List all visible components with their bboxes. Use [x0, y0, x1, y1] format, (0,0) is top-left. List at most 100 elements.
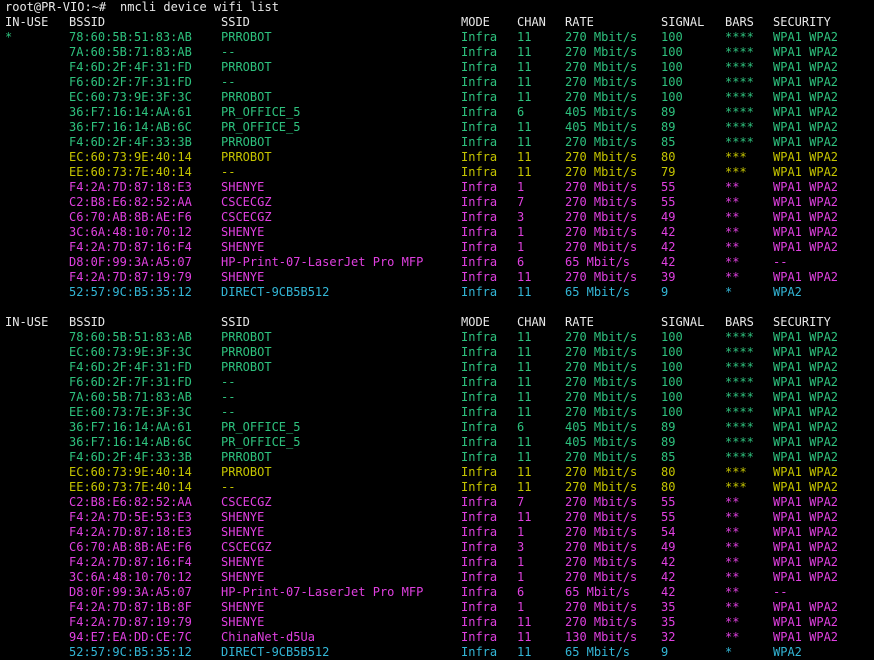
- cell-bssid: F4:6D:2F:4F:31:FD: [69, 60, 192, 74]
- cell-chan: 11: [517, 345, 532, 359]
- cell-bars: ****: [725, 360, 754, 374]
- column-header-chan: CHAN: [517, 315, 546, 329]
- cell-bars: ***: [725, 150, 747, 164]
- cell-signal: 100: [661, 60, 683, 74]
- cell-chan: 1: [517, 570, 525, 584]
- cell-chan: 7: [517, 495, 525, 509]
- cell-security: WPA1 WPA2: [773, 450, 839, 464]
- cell-signal: 89: [661, 105, 676, 119]
- cell-bssid: F4:2A:7D:87:18:E3: [69, 525, 192, 539]
- cell-bssid: F4:2A:7D:5E:53:E3: [69, 510, 192, 524]
- cell-security: WPA1 WPA2: [773, 525, 839, 539]
- cell-chan: 6: [517, 420, 525, 434]
- cell-signal: 85: [661, 135, 676, 149]
- cell-bars: **: [725, 270, 740, 284]
- cell-bssid: F4:6D:2F:4F:33:3B: [69, 135, 192, 149]
- cell-security: WPA1 WPA2: [773, 510, 839, 524]
- column-header-ssid: SSID: [221, 315, 250, 329]
- cell-rate: 270 Mbit/s: [565, 600, 638, 614]
- terminal-window[interactable]: root@PR-VIO:~# nmcli device wifi list IN…: [0, 0, 874, 659]
- cell-signal: 100: [661, 75, 683, 89]
- cell-ssid: --: [221, 405, 236, 419]
- cell-bssid: F6:6D:2F:7F:31:FD: [69, 375, 192, 389]
- cell-rate: 270 Mbit/s: [565, 225, 638, 239]
- cell-bssid: 36:F7:16:14:AB:6C: [69, 120, 192, 134]
- cell-ssid: DIRECT-9CB5B512: [221, 285, 330, 299]
- cell-signal: 100: [661, 390, 683, 404]
- cell-chan: 1: [517, 240, 525, 254]
- cell-rate: 270 Mbit/s: [565, 615, 638, 629]
- cell-bars: **: [725, 225, 740, 239]
- cell-bssid: EE:60:73:7E:40:14: [69, 480, 192, 494]
- cell-security: --: [773, 255, 788, 269]
- cell-rate: 270 Mbit/s: [565, 510, 638, 524]
- command-line: root@PR-VIO:~# nmcli device wifi list: [0, 0, 279, 15]
- cell-bars: ***: [725, 465, 747, 479]
- cell-ssid: SHENYE: [221, 225, 265, 239]
- cell-bars: ****: [725, 105, 754, 119]
- cell-chan: 11: [517, 465, 532, 479]
- cell-bssid: 7A:60:5B:71:83:AB: [69, 45, 192, 59]
- cell-security: WPA1 WPA2: [773, 30, 839, 44]
- cell-rate: 270 Mbit/s: [565, 195, 638, 209]
- column-header-bssid: BSSID: [69, 15, 106, 29]
- cell-mode: Infra: [461, 60, 498, 74]
- cell-mode: Infra: [461, 420, 498, 434]
- cell-security: WPA1 WPA2: [773, 540, 839, 554]
- cell-signal: 100: [661, 360, 683, 374]
- cell-mode: Infra: [461, 465, 498, 479]
- cell-bssid: EC:60:73:9E:3F:3C: [69, 90, 192, 104]
- cell-ssid: CSCECGZ: [221, 495, 272, 509]
- cell-rate: 270 Mbit/s: [565, 75, 638, 89]
- cell-rate: 270 Mbit/s: [565, 270, 638, 284]
- cell-bssid: EE:60:73:7E:40:14: [69, 165, 192, 179]
- cell-signal: 100: [661, 330, 683, 344]
- cell-ssid: SHENYE: [221, 270, 265, 284]
- cell-bssid: EC:60:73:9E:40:14: [69, 465, 192, 479]
- cell-mode: Infra: [461, 450, 498, 464]
- cell-security: WPA1 WPA2: [773, 120, 839, 134]
- cell-bars: ****: [725, 30, 754, 44]
- cell-ssid: SHENYE: [221, 525, 265, 539]
- cell-ssid: SHENYE: [221, 600, 265, 614]
- cell-chan: 11: [517, 45, 532, 59]
- cell-security: WPA1 WPA2: [773, 375, 839, 389]
- cell-security: WPA1 WPA2: [773, 330, 839, 344]
- cell-security: WPA1 WPA2: [773, 105, 839, 119]
- cell-chan: 11: [517, 375, 532, 389]
- cell-ssid: SHENYE: [221, 510, 265, 524]
- cell-signal: 100: [661, 45, 683, 59]
- cell-bssid: F4:2A:7D:87:1B:8F: [69, 600, 192, 614]
- cell-signal: 100: [661, 345, 683, 359]
- cell-bars: **: [725, 555, 740, 569]
- cell-mode: Infra: [461, 615, 498, 629]
- cell-mode: Infra: [461, 135, 498, 149]
- cell-mode: Infra: [461, 120, 498, 134]
- cell-chan: 11: [517, 330, 532, 344]
- cell-mode: Infra: [461, 285, 498, 299]
- cell-bars: ****: [725, 120, 754, 134]
- cell-security: WPA1 WPA2: [773, 45, 839, 59]
- cell-security: WPA1 WPA2: [773, 615, 839, 629]
- cell-chan: 11: [517, 135, 532, 149]
- cell-mode: Infra: [461, 555, 498, 569]
- cell-mode: Infra: [461, 330, 498, 344]
- cell-bssid: D8:0F:99:3A:A5:07: [69, 255, 192, 269]
- cell-chan: 6: [517, 255, 525, 269]
- column-header-chan: CHAN: [517, 15, 546, 29]
- cell-mode: Infra: [461, 45, 498, 59]
- cell-rate: 270 Mbit/s: [565, 540, 638, 554]
- cell-bars: ****: [725, 405, 754, 419]
- cell-bars: **: [725, 570, 740, 584]
- cell-bssid: F4:2A:7D:87:16:F4: [69, 240, 192, 254]
- cell-mode: Infra: [461, 360, 498, 374]
- cell-security: WPA1 WPA2: [773, 405, 839, 419]
- cell-signal: 100: [661, 405, 683, 419]
- cell-mode: Infra: [461, 180, 498, 194]
- cell-chan: 11: [517, 150, 532, 164]
- cell-ssid: SHENYE: [221, 570, 265, 584]
- cell-mode: Infra: [461, 105, 498, 119]
- cell-mode: Infra: [461, 585, 498, 599]
- cell-chan: 6: [517, 585, 525, 599]
- cell-rate: 405 Mbit/s: [565, 435, 638, 449]
